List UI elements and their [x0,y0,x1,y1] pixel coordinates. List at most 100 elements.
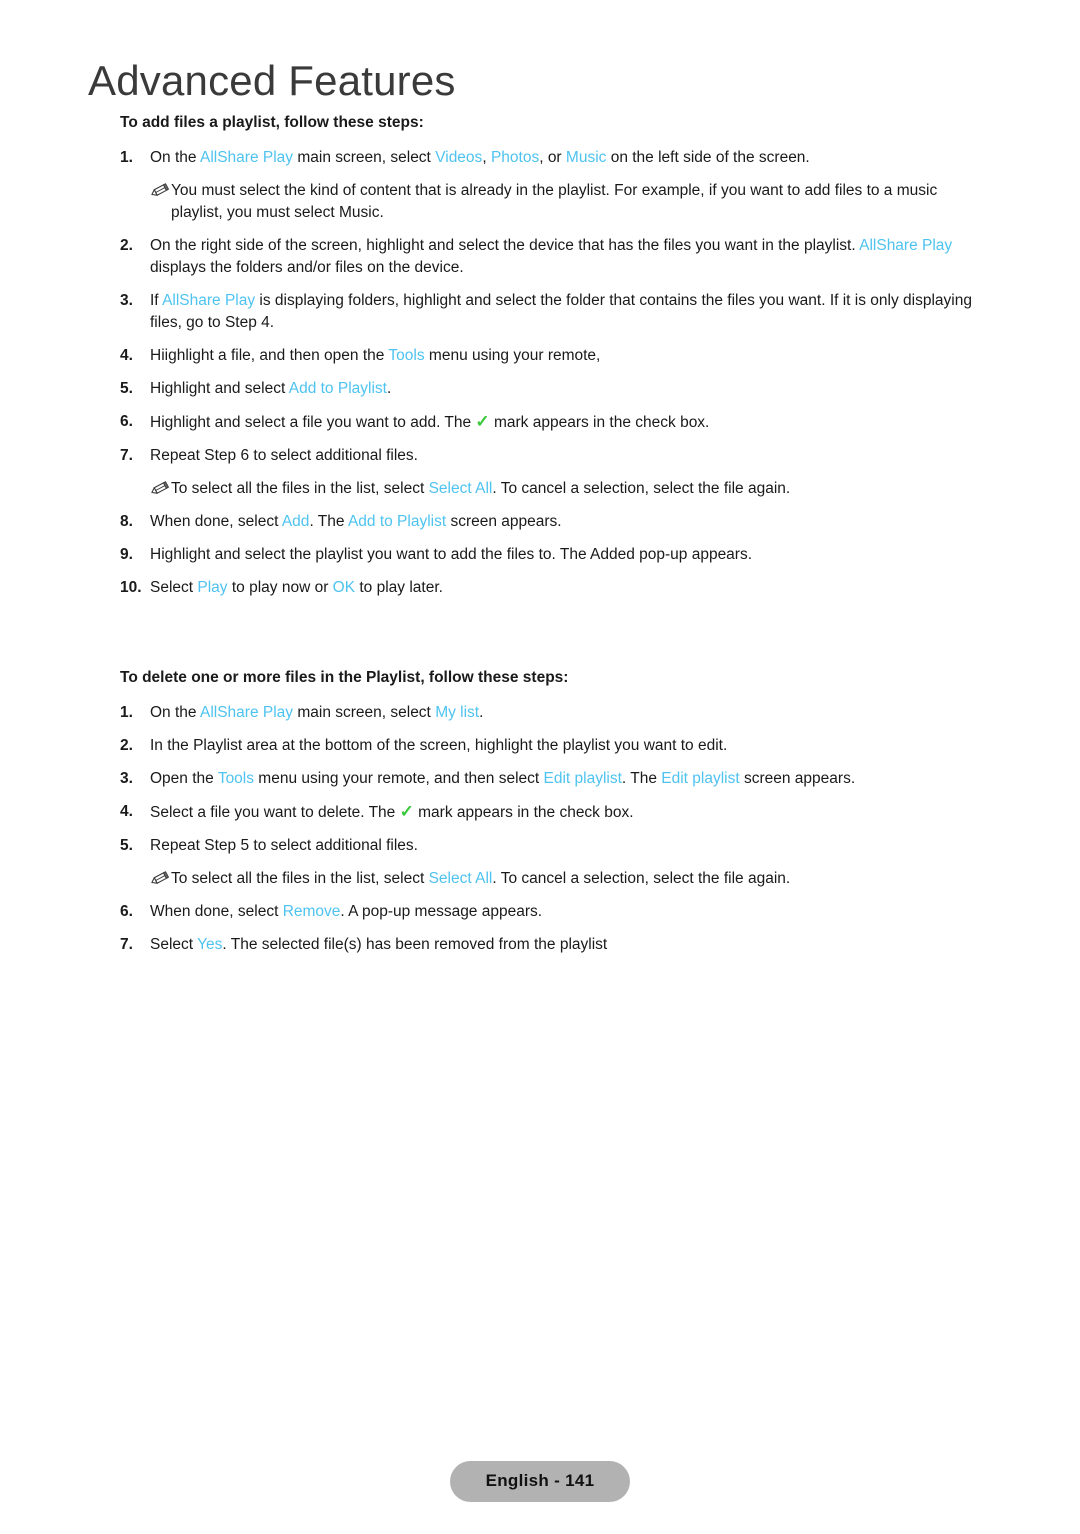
step-number: 3. [120,292,133,309]
text-run: mark appears in the check box. [413,804,634,821]
text-run: On the right side of the screen, highlig… [150,237,860,254]
step-text: Select Yes. The selected file(s) has bee… [150,936,607,953]
text-run: main screen, select [293,149,436,166]
step-text: Repeat Step 5 to select additional files… [150,837,418,854]
step-text: Select a file you want to delete. The ✓ … [150,802,634,821]
text-run: . A pop-up message appears. [340,903,543,920]
ui-term: Play [197,579,228,596]
text-run: to play now or [227,579,333,596]
text-run: mark appears in the check box. [489,414,710,431]
ui-term: Edit playlist [543,770,622,787]
step-text: Highlight and select the playlist you wa… [150,546,752,563]
text-run: menu using your remote, and then select [254,770,544,787]
ui-term: Add [281,513,310,530]
text-run: , or [539,149,566,166]
text-run: When done, select [150,903,283,920]
ui-term: AllShare Play [199,149,294,166]
text-run: main screen, select [293,704,436,721]
ui-term: Videos [435,149,483,166]
step-number: 7. [120,447,133,464]
step-item: 7. Repeat Step 6 to select additional fil… [120,445,988,467]
text-run: To select all the files in the list, sel… [171,480,429,497]
text-run: . To cancel a selection, select the file… [492,480,791,497]
text-run: , [482,149,491,166]
ui-term: Tools [217,770,254,787]
step-item: 1. On the AllShare Play main screen, sele… [120,702,988,724]
section-heading: To add files a playlist, follow these st… [120,114,424,131]
step-text: When done, select Add. The Add to Playli… [150,513,562,530]
text-run: is displaying folders, highlight and sel… [150,292,972,331]
ui-term: Remove [282,903,341,920]
step-item: 3. Open the Tools menu using your remote,… [120,768,988,790]
ui-term: OK [332,579,356,596]
ui-term: AllShare Play [859,237,953,254]
procedure-section: To add files a playlist, follow these st… [120,112,988,599]
ui-term: Photos [490,149,540,166]
text-run: Highlight and select a file you want to … [150,414,476,431]
ui-term: Select All [428,480,493,497]
page-content: To add files a playlist, follow these st… [120,112,988,967]
step-number: 7. [120,936,133,953]
text-run: You must select the kind of content that… [171,182,938,221]
text-run: On the [150,704,200,721]
check-mark-icon: ✓ [475,412,490,431]
ui-term: My list [435,704,480,721]
text-run: screen appears. [446,513,562,530]
step-number: 2. [120,737,133,754]
step-item: 6. Highlight and select a file you want t… [120,411,988,434]
text-run: To select all the files in the list, sel… [171,870,429,887]
step-item: 1. On the AllShare Play main screen, sele… [120,147,988,169]
note-text: You must select the kind of content that… [171,182,937,221]
step-item: 4. Select a file you want to delete. The … [120,801,988,824]
step-text: On the right side of the screen, highlig… [150,237,952,276]
step-number: 10. [120,579,142,596]
step-item: 2. On the right side of the screen, highl… [120,235,988,279]
page-footer: English - 141 [0,1461,1080,1502]
text-run: On the [150,149,200,166]
text-run: Hiighlight a file, and then open the [150,347,389,364]
ui-term: Add to Playlist [288,380,387,397]
text-run: Select [150,936,198,953]
step-item: 3. If AllShare Play is displaying folders… [120,290,988,334]
step-item: 5. Highlight and select Add to Playlist. [120,378,988,400]
step-item: 8. When done, select Add. The Add to Play… [120,511,988,533]
step-text: In the Playlist area at the bottom of th… [150,737,727,754]
step-text: When done, select Remove. A pop-up messa… [150,903,542,920]
ui-term: Tools [388,347,425,364]
ui-term: Yes [197,936,223,953]
text-run: Highlight and select the playlist you wa… [150,546,753,563]
text-run: Select a file you want to delete. The [150,804,400,821]
note-text: To select all the files in the list, sel… [171,870,790,887]
step-number: 4. [120,347,133,364]
step-text: On the AllShare Play main screen, select… [150,704,483,721]
step-text: Open the Tools menu using your remote, a… [150,770,855,787]
page-number-badge: English - 141 [449,1461,631,1502]
section-heading: To delete one or more files in the Playl… [120,669,569,686]
text-run: to play later. [355,579,443,596]
step-item: 10. Select Play to play now or OK to play… [120,577,988,599]
step-text: On the AllShare Play main screen, select… [150,149,810,166]
ui-term: Music [565,149,607,166]
step-text: Highlight and select Add to Playlist. [150,380,391,397]
text-run: Open the [150,770,218,787]
step-text: Repeat Step 6 to select additional files… [150,447,418,464]
step-number: 3. [120,770,133,787]
text-run: menu using your remote, [424,347,601,364]
note-item: To select all the files in the list, sel… [120,868,988,890]
text-run: . [386,380,392,397]
check-mark-icon: ✓ [399,802,414,821]
note-item: You must select the kind of content that… [120,180,988,224]
step-item: 7. Select Yes. The selected file(s) has b… [120,934,988,956]
text-run: Repeat Step 6 to select additional files… [150,447,418,464]
text-run: Highlight and select [150,380,289,397]
step-number: 6. [120,903,133,920]
ui-term: Edit playlist [661,770,740,787]
step-item: 2. In the Playlist area at the bottom of … [120,735,988,757]
step-number: 1. [120,704,133,721]
step-text: Hiighlight a file, and then open the Too… [150,347,600,364]
step-item: 5. Repeat Step 5 to select additional fil… [120,835,988,857]
text-run: screen appears. [739,770,856,787]
text-run: . [479,704,484,721]
step-number: 4. [120,803,133,820]
